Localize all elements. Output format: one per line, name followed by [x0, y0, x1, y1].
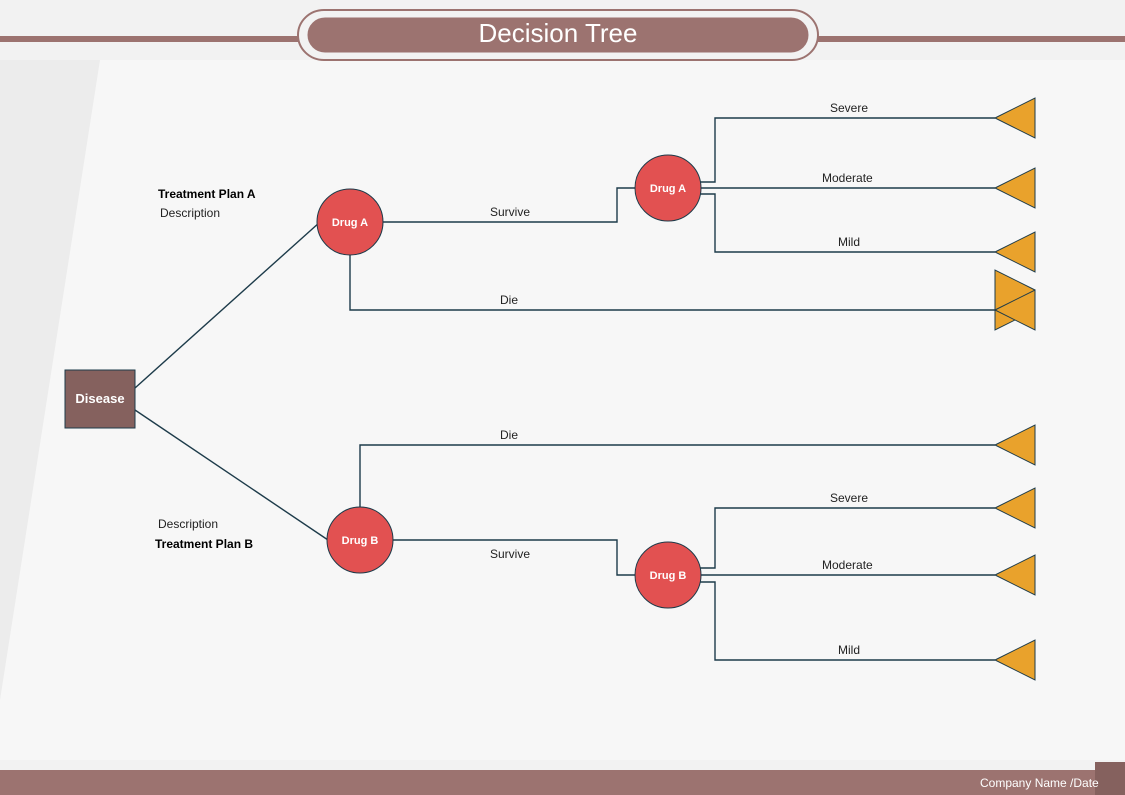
planB-mild-label: Mild	[838, 643, 860, 657]
planB-severe-label: Severe	[830, 491, 868, 505]
planA-survive-label: Survive	[490, 205, 530, 219]
drugA-first-label: Drug A	[332, 217, 368, 229]
planB-die-label: Die	[500, 428, 518, 442]
diagram-canvas: Decision Tree Disease Treatment Plan A D…	[0, 0, 1125, 795]
disease-label: Disease	[75, 391, 124, 406]
planA-mild-label: Mild	[838, 235, 860, 249]
title-pill: Decision Tree	[298, 10, 818, 60]
planA-severe-label: Severe	[830, 101, 868, 115]
bg-diagonal	[0, 60, 1125, 760]
drugA-second-node: Drug A	[635, 155, 701, 221]
drugB-second-node: Drug B	[635, 542, 701, 608]
drugB-second-label: Drug B	[650, 570, 687, 582]
planA-title: Treatment Plan A	[158, 187, 256, 201]
drugB-first-node: Drug B	[327, 507, 393, 573]
planA-die-label: Die	[500, 293, 518, 307]
title-text: Decision Tree	[479, 18, 638, 48]
footer-bar	[0, 770, 1125, 795]
planB-title: Treatment Plan B	[155, 537, 253, 551]
drugB-first-label: Drug B	[342, 535, 379, 547]
planB-desc: Description	[158, 517, 218, 531]
disease-node: Disease	[65, 370, 135, 428]
drugA-second-label: Drug A	[650, 183, 686, 195]
planB-moderate-label: Moderate	[822, 558, 873, 572]
planB-survive-label: Survive	[490, 547, 530, 561]
drugA-first-node: Drug A	[317, 189, 383, 255]
footer-accent	[1095, 762, 1125, 795]
planA-moderate-label: Moderate	[822, 171, 873, 185]
planA-desc: Description	[160, 206, 220, 220]
footer-text: Company Name /Date	[980, 776, 1099, 790]
